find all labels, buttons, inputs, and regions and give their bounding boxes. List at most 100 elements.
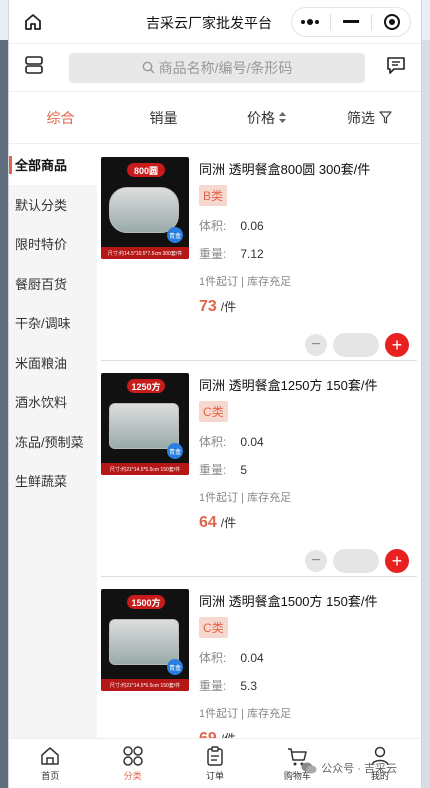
decrease-button[interactable]: − [305,550,327,572]
sidebar-item-drinks[interactable]: 酒水饮料 [9,382,97,422]
sidebar-item-label: 餐厨百货 [15,276,68,292]
weight-value: 5 [240,463,248,477]
tab-label: 订单 [206,771,225,781]
sidebar-item-rice-oil[interactable]: 米面粮油 [9,343,97,383]
sidebar-item-label: 米面粮油 [15,355,68,371]
tab-label: 综合 [46,109,75,126]
increase-button[interactable]: + [385,333,409,357]
price-value: 64 [199,514,217,531]
wechat-icon [301,762,317,774]
image-size-tag: 1250方 [127,379,165,393]
quantity-input[interactable] [333,333,379,357]
quantity-input[interactable] [333,549,379,573]
sidebar-item-label: 全部商品 [15,158,68,174]
minimize-icon[interactable] [336,10,366,34]
volume-value: 0.06 [240,219,264,233]
tab-home[interactable]: 首页 [9,739,91,788]
product-image[interactable]: 800圆 青盒 尺寸:约14.5*10.5*7.5cm 300套/件 [101,157,189,259]
tab-label: 价格 [247,109,275,126]
capsule-divider [329,14,331,30]
quantity-stepper: − + [305,549,409,573]
order-clipboard-icon [207,746,223,766]
tab-price[interactable]: 价格 [215,108,318,128]
layout-toggle-icon[interactable] [23,54,45,81]
sidebar-item-label: 酒水饮料 [15,395,68,411]
sidebar-item-special-offer[interactable]: 限时特价 [9,224,97,264]
message-icon[interactable] [385,54,407,81]
close-target-icon[interactable] [377,10,407,34]
price: 64/件 [199,514,236,532]
filter-icon [379,111,392,124]
brand-badge: 青盒 [167,227,183,243]
decrease-button[interactable]: − [305,334,327,356]
product-card[interactable]: 1250方 青盒 尺寸:约21*14.5*5.5cm 150套/件 同洲 透明餐… [101,361,417,577]
brand-badge: 青盒 [167,443,183,459]
price-value: 73 [199,298,217,315]
product-list: 800圆 青盒 尺寸:约14.5*10.5*7.5cm 300套/件 同洲 透明… [97,145,421,738]
tab-label: 首页 [41,771,60,781]
product-card[interactable]: 1500方 青盒 尺寸:约21*14.5*6.5cm 150套/件 同洲 透明餐… [101,577,417,738]
sidebar-item-fresh[interactable]: 生鲜蔬菜 [9,461,97,501]
container-graphic [109,403,179,449]
sidebar-item-all-products[interactable]: 全部商品 [9,145,97,185]
volume-value: 0.04 [240,651,264,665]
volume-value: 0.04 [240,435,264,449]
price: 73/件 [199,298,236,316]
search-placeholder: 商品名称/编号/条形码 [158,59,293,76]
price-value: 69 [199,730,217,738]
search-input[interactable]: 商品名称/编号/条形码 [69,52,365,83]
image-dimension-text: 尺寸:约14.5*10.5*7.5cm 300套/件 [101,247,189,259]
watermark: 公众号 · 吉采云 [301,760,397,776]
sidebar-item-label: 限时特价 [15,237,68,253]
stock-status: 1件起订 | 库存充足 [199,276,292,288]
home-icon[interactable] [21,10,45,34]
product-image[interactable]: 1250方 青盒 尺寸:约21*14.5*5.5cm 150套/件 [101,373,189,475]
product-image[interactable]: 1500方 青盒 尺寸:约21*14.5*6.5cm 150套/件 [101,589,189,691]
weight-row: 重量: 5.3 [199,677,257,694]
sidebar-item-dry-goods[interactable]: 干杂/调味 [9,303,97,343]
product-name: 同洲 透明餐盒800圆 300套/件 [199,162,371,177]
weight-label: 重量: [199,247,227,261]
sort-arrows-icon [279,112,286,123]
category-badge: C类 [199,401,228,422]
weight-row: 重量: 7.12 [199,245,264,262]
weight-label: 重量: [199,463,227,477]
category-badge: C类 [199,617,228,638]
weight-row: 重量: 5 [199,461,247,478]
tab-sales[interactable]: 销量 [112,108,215,128]
tab-filter[interactable]: 筛选 [318,108,421,128]
product-name: 同洲 透明餐盒1500方 150套/件 [199,594,378,609]
stock-status: 1件起订 | 库存充足 [199,708,292,720]
price-unit: /件 [220,300,237,314]
sidebar-item-label: 默认分类 [15,197,68,213]
weight-label: 重量: [199,679,227,693]
product-name: 同洲 透明餐盒1250方 150套/件 [199,378,378,393]
sidebar-item-default[interactable]: 默认分类 [9,185,97,225]
sidebar-item-frozen[interactable]: 冻品/预制菜 [9,422,97,462]
tab-label: 销量 [149,109,178,126]
watermark-text: 公众号 · 吉采云 [321,763,397,775]
volume-row: 体积: 0.04 [199,649,264,666]
miniprogram-window: 吉采云厂家批发平台 商品名称/编号/条形码 综合 销量 价格 筛选 全部商品 默… [8,0,422,788]
price-unit: /件 [220,516,237,530]
tab-orders[interactable]: 订单 [174,739,256,788]
stock-status: 1件起订 | 库存充足 [199,492,292,504]
increase-button[interactable]: + [385,549,409,573]
sidebar-item-kitchenware[interactable]: 餐厨百货 [9,264,97,304]
tab-comprehensive[interactable]: 综合 [9,108,112,128]
search-icon [142,61,155,74]
volume-label: 体积: [199,219,227,233]
title-bar: 吉采云厂家批发平台 [9,0,421,44]
container-graphic [109,187,179,233]
tab-label: 筛选 [347,109,375,126]
category-content: 全部商品 默认分类 限时特价 餐厨百货 干杂/调味 米面粮油 酒水饮料 冻品/预… [9,145,421,738]
product-card[interactable]: 800圆 青盒 尺寸:约14.5*10.5*7.5cm 300套/件 同洲 透明… [101,145,417,361]
weight-value: 7.12 [240,247,264,261]
tab-category[interactable]: 分类 [91,739,173,788]
weight-value: 5.3 [240,679,258,693]
volume-row: 体积: 0.06 [199,217,264,234]
more-dots-icon[interactable] [295,10,325,34]
category-badge: B类 [199,185,228,206]
volume-label: 体积: [199,435,227,449]
page-title: 吉采云厂家批发平台 [146,15,272,31]
